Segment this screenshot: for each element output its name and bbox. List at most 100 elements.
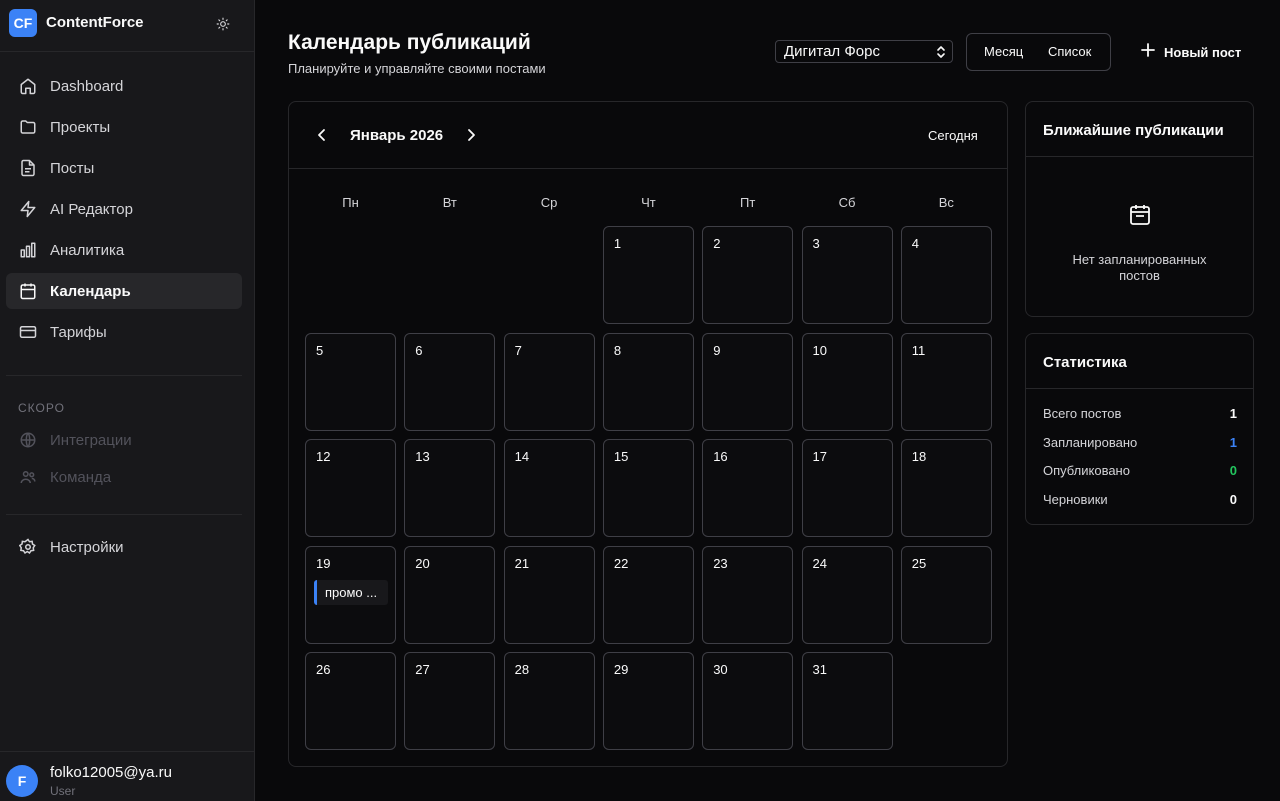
calendar-day-number: 9	[713, 342, 721, 358]
calendar-day-cell[interactable]: 1	[602, 226, 694, 324]
today-button[interactable]: Сегодня	[928, 128, 978, 143]
calendar-day-number: 16	[713, 449, 728, 464]
sun-icon[interactable]	[212, 13, 234, 35]
calendar-header: Январь 2026 Сегодня	[289, 102, 1007, 169]
user-profile[interactable]: F folko12005@ya.ru User	[0, 751, 254, 801]
calendar-day-cell[interactable]: 23	[702, 545, 794, 644]
page-subtitle: Планируйте и управляйте своими постами	[288, 61, 546, 76]
calendar-day-cell[interactable]: 27	[404, 652, 496, 750]
file-text-icon	[18, 158, 38, 178]
calendar-day-cell[interactable]: 16	[702, 439, 794, 537]
weekday-header: Вс	[938, 195, 954, 210]
users-icon	[18, 467, 38, 487]
project-select[interactable]: Дигитал Форс	[775, 40, 953, 63]
calendar-day-number: 31	[812, 662, 827, 677]
calendar-day-cell[interactable]: 15	[602, 439, 694, 537]
calendar-day-cell[interactable]: 22	[602, 545, 694, 644]
weekday-header: Пт	[740, 195, 756, 210]
calendar-day-cell[interactable]: 25	[900, 545, 992, 644]
empty-state-text: Нет запланированных постов	[1072, 252, 1207, 283]
calendar-day-cell[interactable]: 20	[404, 545, 496, 644]
stats-title: Статистика	[1043, 354, 1127, 371]
calendar-day-cell[interactable]: 3	[801, 226, 893, 324]
stats-card: Статистика Всего постов 1 Запланировано 1 Оп…	[1025, 333, 1254, 525]
new-post-button[interactable]: Новый пост	[1140, 42, 1241, 62]
sidebar: CF ContentForce Dashboard Проекты Посты …	[0, 0, 255, 801]
calendar-day-cell[interactable]: 5	[305, 332, 396, 431]
sidebar-item-team: Команда	[6, 459, 242, 495]
calendar-day-number: 3	[812, 236, 820, 251]
calendar-day-cell[interactable]: 30	[702, 652, 794, 750]
sidebar-item-analytics[interactable]: Аналитика	[6, 232, 242, 268]
calendar-day-number: 5	[316, 342, 324, 358]
brand-name[interactable]: ContentForce	[46, 14, 144, 31]
calendar-day-cell[interactable]: 24	[801, 545, 893, 644]
calendar-day-number: 8	[613, 342, 622, 358]
calendar-event[interactable]: промо ...	[314, 579, 388, 605]
calendar-day-cell[interactable]: 17	[801, 439, 893, 537]
calendar-day-cell[interactable]: 9	[702, 332, 794, 431]
sidebar-item-label: Команда	[50, 468, 112, 486]
plus-icon	[1140, 42, 1156, 63]
calendar-day-cell[interactable]: 12	[305, 439, 396, 537]
calendar-day-cell[interactable]: 4	[900, 226, 992, 324]
calendar-icon	[1128, 203, 1152, 227]
calendar-day-cell[interactable]: 21	[503, 545, 595, 644]
stat-value: 0	[1229, 463, 1237, 479]
calendar-day-number: 1	[613, 236, 622, 251]
calendar-day-number: 19	[316, 555, 331, 571]
calendar-day-cell[interactable]: 29	[602, 652, 694, 750]
main-nav: Dashboard Проекты Посты AI Редактор Анал…	[6, 68, 242, 355]
globe-icon	[18, 430, 38, 450]
calendar-day-number: 29	[613, 662, 629, 677]
stat-label: Черновики	[1043, 492, 1108, 508]
upcoming-posts-card: Ближайшие публикации Нет запланированных…	[1025, 101, 1254, 317]
page-title: Календарь публикаций	[288, 31, 531, 54]
upcoming-title: Ближайшие публикации	[1043, 122, 1224, 139]
sidebar-item-calendar[interactable]: Календарь	[6, 273, 242, 309]
sidebar-item-label: Интеграции	[50, 431, 132, 449]
sidebar-item-ai-editor[interactable]: AI Редактор	[6, 191, 242, 227]
calendar-day-number: 22	[613, 555, 629, 571]
calendar-day-cell[interactable]: 14	[503, 439, 595, 537]
calendar-day-cell[interactable]: 2	[702, 226, 794, 324]
divider	[6, 375, 242, 376]
calendar-day-cell[interactable]: 10	[801, 332, 893, 431]
sidebar-item-projects[interactable]: Проекты	[6, 109, 242, 145]
calendar-day-cell[interactable]: 11	[900, 332, 992, 431]
brand-logo[interactable]: CF	[9, 9, 37, 37]
sidebar-item-posts[interactable]: Посты	[6, 150, 242, 186]
calendar-day-cell[interactable]: 7	[503, 332, 595, 431]
view-list-button[interactable]: Список	[1048, 44, 1091, 59]
stat-label: Запланировано	[1043, 434, 1138, 450]
chevron-right-icon[interactable]	[462, 126, 480, 144]
stat-value: 1	[1229, 406, 1237, 421]
calendar-day-cell[interactable]: 31	[801, 652, 893, 750]
divider	[1026, 388, 1253, 389]
calendar-day-cell[interactable]: 8	[602, 332, 694, 431]
chevron-up-down-icon	[935, 44, 947, 64]
calendar-day-cell[interactable]: 19 промо ...	[305, 545, 396, 644]
view-month-button[interactable]: Месяц	[984, 44, 1023, 59]
chevron-left-icon[interactable]	[313, 126, 331, 144]
sidebar-item-label: Dashboard	[50, 77, 124, 95]
section-label-soon: СКОРО	[18, 401, 65, 415]
calendar-day-cell[interactable]: 28	[503, 652, 595, 750]
calendar-day-cell[interactable]: 18	[900, 439, 992, 537]
sidebar-item-pricing[interactable]: Тарифы	[6, 314, 242, 350]
calendar-day-number: 26	[316, 662, 331, 677]
calendar-day-cell[interactable]: 6	[404, 332, 496, 431]
calendar-day-cell[interactable]: 26	[305, 652, 396, 750]
sidebar-item-label: Тарифы	[50, 323, 107, 341]
sidebar-item-settings[interactable]: Настройки	[6, 529, 242, 565]
calendar-day-number: 12	[316, 449, 331, 464]
sidebar-item-label: Аналитика	[50, 241, 125, 259]
sidebar-item-dashboard[interactable]: Dashboard	[6, 68, 242, 104]
calendar-day-cell[interactable]: 13	[404, 439, 496, 537]
calendar-day-number: 27	[415, 662, 430, 677]
calendar-day-number: 17	[812, 449, 827, 464]
sidebar-item-integrations: Интеграции	[6, 422, 242, 458]
soon-nav: Интеграции Команда	[6, 422, 242, 496]
calendar-day-number: 13	[415, 449, 430, 464]
credit-card-icon	[18, 322, 38, 342]
